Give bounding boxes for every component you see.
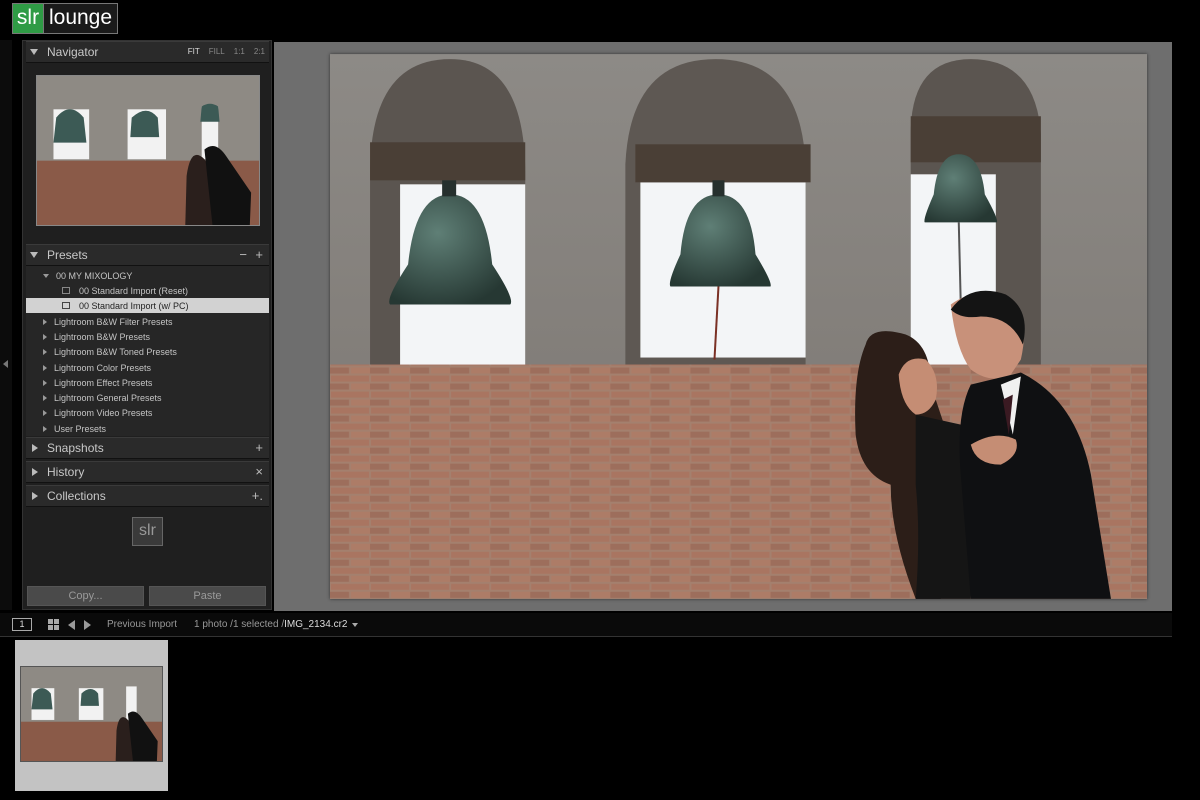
preset-folder-user[interactable]: User Presets: [26, 421, 269, 436]
navigator-header[interactable]: Navigator FIT FILL 1:1 2:1: [26, 41, 269, 63]
preset-label: Lightroom Effect Presets: [54, 377, 153, 388]
navigator-photo: [37, 76, 259, 225]
preset-label: 00 Standard Import (w/ PC): [79, 300, 189, 311]
folder-collapsed-icon: [43, 394, 47, 401]
folder-collapsed-icon: [43, 409, 47, 416]
navigator-zoom-modes: FIT FILL 1:1 2:1: [188, 47, 265, 56]
collections-title: Collections: [47, 489, 106, 503]
snapshots-title: Snapshots: [47, 441, 104, 455]
preset-label: Lightroom Color Presets: [54, 362, 152, 373]
grid-view-icon[interactable]: [48, 619, 59, 630]
clear-history-button[interactable]: ×: [255, 464, 263, 479]
remove-preset-button[interactable]: −: [239, 247, 247, 262]
snapshots-header[interactable]: Snapshots +: [26, 437, 269, 459]
zoom-1-1[interactable]: 1:1: [234, 47, 245, 56]
collapse-left-icon[interactable]: [3, 360, 8, 368]
add-collection-button[interactable]: +.: [252, 488, 263, 503]
folder-collapsed-icon: [43, 318, 47, 325]
preset-folder-bw[interactable]: Lightroom B&W Presets: [26, 329, 269, 344]
folder-collapsed-icon: [43, 364, 47, 371]
navigator-title: Navigator: [47, 45, 99, 59]
current-filename[interactable]: IMG_2134.cr2: [284, 619, 347, 630]
filmstrip-thumbnail[interactable]: [15, 640, 168, 791]
add-snapshot-button[interactable]: +: [255, 440, 263, 455]
filmstrip-toolbar: 1 Previous Import 1 photo /1 selected / …: [0, 613, 1172, 637]
collapsed-triangle-icon: [32, 444, 38, 452]
history-title: History: [47, 465, 85, 479]
add-preset-button[interactable]: +: [255, 247, 263, 262]
main-image-view[interactable]: [274, 42, 1172, 611]
preset-item-standard-pc[interactable]: 00 Standard Import (w/ PC): [26, 298, 269, 313]
folder-collapsed-icon: [43, 379, 47, 386]
preset-label: Lightroom B&W Filter Presets: [54, 316, 173, 327]
folder-collapsed-icon: [43, 348, 47, 355]
preset-label: Lightroom General Presets: [54, 392, 162, 403]
zoom-fill[interactable]: FILL: [209, 47, 225, 56]
preset-label: Lightroom B&W Presets: [54, 331, 151, 342]
thumbnail-image: [20, 666, 163, 762]
expand-triangle-icon: [30, 252, 38, 258]
panel-end-mark-logo: slr: [132, 517, 163, 546]
preset-icon: [62, 302, 70, 309]
paste-button[interactable]: Paste: [149, 586, 266, 606]
selection-info: 1 photo /1 selected /: [194, 619, 285, 630]
folder-expanded-icon: [43, 273, 49, 278]
main-photo-image: [330, 54, 1147, 599]
back-arrow-icon[interactable]: [68, 619, 75, 630]
preset-folder-video[interactable]: Lightroom Video Presets: [26, 405, 269, 420]
history-header[interactable]: History ×: [26, 461, 269, 483]
folder-collapsed-icon: [43, 333, 47, 340]
collapsed-triangle-icon: [32, 492, 38, 500]
main-photo: [330, 54, 1147, 599]
forward-arrow-icon[interactable]: [84, 619, 91, 630]
preset-folder-general[interactable]: Lightroom General Presets: [26, 390, 269, 405]
zoom-2-1[interactable]: 2:1: [254, 47, 265, 56]
preset-label: Lightroom B&W Toned Presets: [54, 346, 177, 357]
brand-logo-lounge: lounge: [43, 4, 117, 33]
filmstrip-source[interactable]: Previous Import: [107, 619, 177, 630]
left-panel-toggle[interactable]: [0, 40, 12, 610]
thumbnail-photo: [21, 667, 162, 761]
left-panel: Navigator FIT FILL 1:1 2:1 Presets − + 0…: [22, 40, 272, 610]
preset-label: User Presets: [54, 423, 107, 434]
preset-folder-bw-toned[interactable]: Lightroom B&W Toned Presets: [26, 344, 269, 359]
preset-item-standard-reset[interactable]: 00 Standard Import (Reset): [26, 283, 269, 298]
brand-logo: slr lounge: [12, 3, 118, 34]
preset-label: Lightroom Video Presets: [54, 407, 153, 418]
preset-label: 00 Standard Import (Reset): [79, 285, 189, 296]
preset-folder-effect[interactable]: Lightroom Effect Presets: [26, 375, 269, 390]
preset-icon: [62, 287, 70, 294]
preset-folder-bw-filter[interactable]: Lightroom B&W Filter Presets: [26, 314, 269, 329]
presets-list: 00 MY MIXOLOGY 00 Standard Import (Reset…: [26, 266, 269, 436]
presets-header[interactable]: Presets − +: [26, 244, 269, 266]
copy-button[interactable]: Copy...: [27, 586, 144, 606]
folder-collapsed-icon: [43, 425, 47, 432]
expand-triangle-icon: [30, 49, 38, 55]
zoom-fit[interactable]: FIT: [188, 47, 200, 56]
navigator-preview[interactable]: [36, 75, 260, 226]
filename-dropdown-icon[interactable]: [352, 622, 359, 627]
presets-title: Presets: [47, 248, 88, 262]
collapsed-triangle-icon: [32, 468, 38, 476]
preset-label: 00 MY MIXOLOGY: [56, 270, 133, 281]
preset-folder-my-mixology[interactable]: 00 MY MIXOLOGY: [26, 268, 269, 283]
preset-folder-color[interactable]: Lightroom Color Presets: [26, 360, 269, 375]
brand-logo-slr: slr: [13, 4, 43, 33]
secondary-display-button[interactable]: 1: [12, 618, 32, 631]
collections-header[interactable]: Collections +.: [26, 485, 269, 507]
